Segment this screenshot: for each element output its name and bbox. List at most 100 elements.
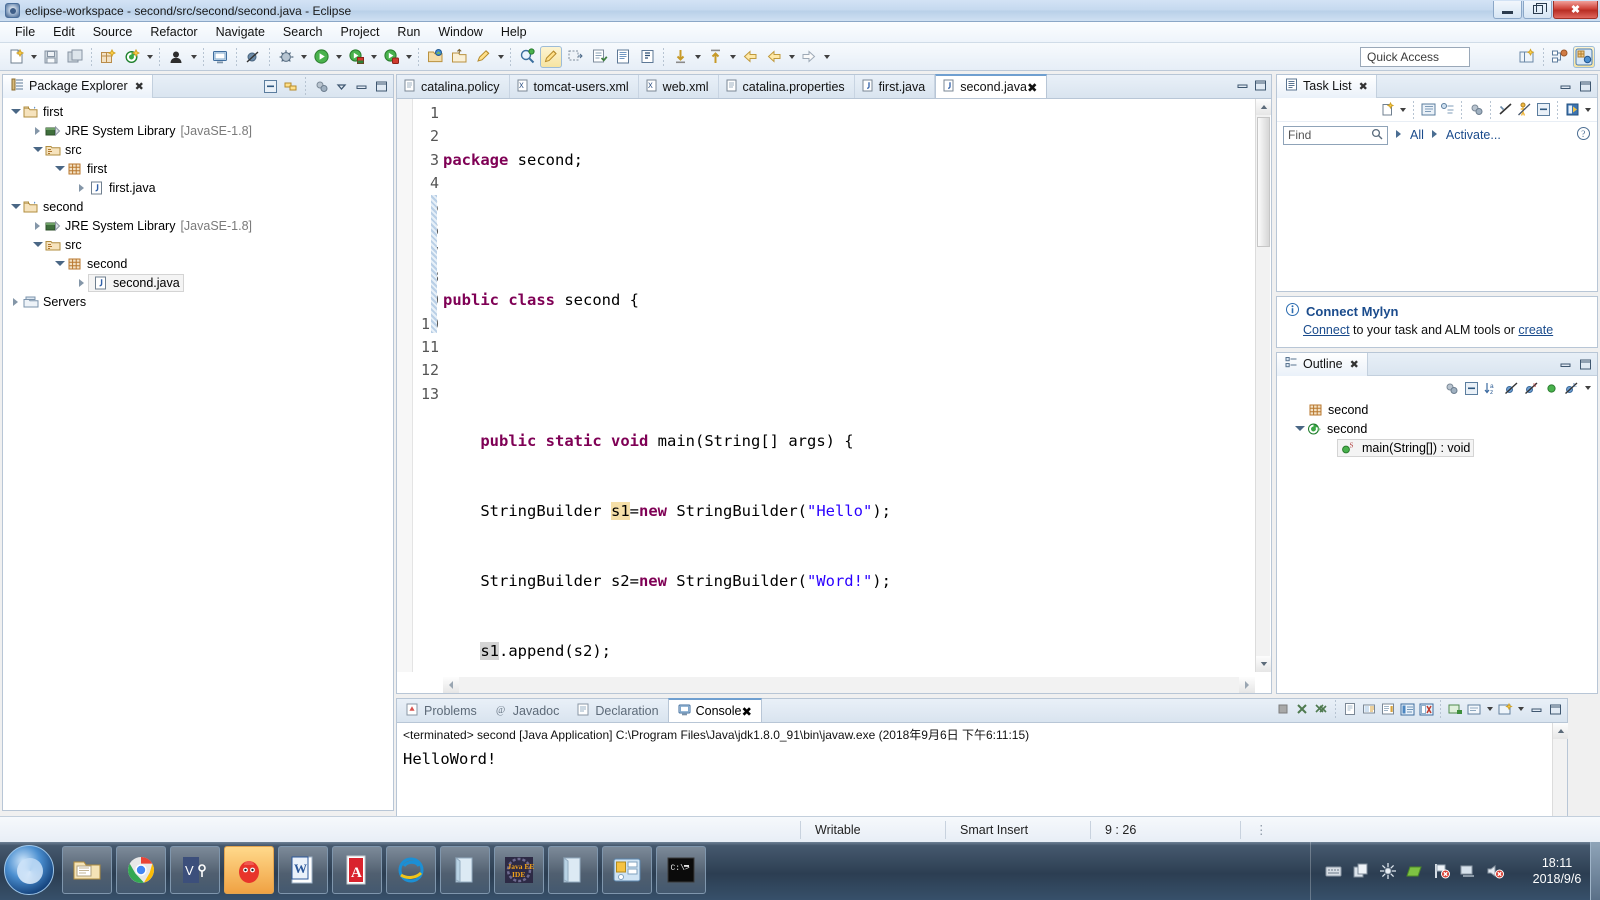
open-type-button[interactable]	[165, 46, 187, 68]
twisty-icon[interactable]	[53, 162, 66, 175]
editor-tab-tomcat-users-xml[interactable]: X tomcat-users.xml	[510, 75, 639, 98]
run-external-tools-button[interactable]	[345, 46, 367, 68]
annotation-button[interactable]	[472, 46, 494, 68]
collapse-all-button[interactable]	[1462, 379, 1480, 397]
link-with-editor-button[interactable]	[281, 77, 299, 95]
taskbar-notepad2[interactable]	[548, 846, 598, 894]
tree-item-src-first[interactable]: src	[9, 140, 393, 159]
menu-project[interactable]: Project	[332, 23, 389, 41]
editor-tab-catalina-policy[interactable]: catalina.policy	[397, 75, 510, 98]
tree-item-file-first-java[interactable]: first.java	[9, 178, 393, 197]
server-dropdown-icon[interactable]	[403, 46, 414, 68]
volume-mute-icon[interactable]	[1487, 863, 1504, 880]
save-all-button[interactable]	[64, 46, 86, 68]
maximize-console-button[interactable]	[1546, 700, 1564, 718]
keyboard-icon[interactable]	[1325, 863, 1342, 880]
scroll-lock-button[interactable]	[1360, 700, 1378, 718]
task-activate-link[interactable]: Activate...	[1446, 128, 1501, 142]
taskbar-notepad[interactable]	[440, 846, 490, 894]
editor-text[interactable]: package second; public class second { pu…	[397, 99, 1271, 801]
tab-declaration[interactable]: Declaration	[568, 700, 667, 722]
menu-file[interactable]: File	[6, 23, 44, 41]
forward-dropdown-icon[interactable]	[821, 46, 832, 68]
filter-arrow-icon[interactable]	[1395, 128, 1403, 142]
forward-button[interactable]	[798, 46, 820, 68]
maximize-button[interactable]	[1523, 1, 1552, 19]
collapse-all-button[interactable]	[261, 77, 279, 95]
back-dropdown-icon[interactable]	[786, 46, 797, 68]
tree-item-project-second[interactable]: second	[9, 197, 393, 216]
twisty-icon[interactable]	[75, 276, 88, 289]
categorized-view-button[interactable]	[1419, 101, 1437, 119]
toggle-mark-occurrences-button[interactable]	[540, 45, 562, 68]
save-button[interactable]	[40, 46, 62, 68]
close-icon[interactable]: ✖	[1359, 80, 1368, 93]
open-console-chooser-button[interactable]	[1496, 700, 1514, 718]
taskbar-chrome[interactable]	[116, 846, 166, 894]
scroll-up-icon[interactable]	[1256, 99, 1271, 115]
close-icon[interactable]: ✖	[1350, 358, 1359, 371]
task-filter-all-link[interactable]: All	[1410, 128, 1424, 142]
tree-item-src-second[interactable]: src	[9, 235, 393, 254]
forward-history-button[interactable]	[763, 46, 785, 68]
tree-item-project-first[interactable]: first	[9, 102, 393, 121]
new-wizard-dropdown-icon[interactable]	[28, 46, 39, 68]
search-button[interactable]	[516, 46, 538, 68]
scroll-left-icon[interactable]	[443, 677, 459, 693]
focus-on-active-task-button[interactable]	[1442, 379, 1460, 397]
quick-access-input[interactable]: Quick Access	[1360, 47, 1470, 67]
minimize-view-button[interactable]	[352, 77, 370, 95]
view-menu-button[interactable]	[332, 77, 350, 95]
tree-item-package-first[interactable]: first	[9, 159, 393, 178]
editor-tab-first-java[interactable]: first.java	[855, 75, 936, 98]
show-public-members-button[interactable]	[1542, 379, 1560, 397]
mylyn-connect-link[interactable]: Connect	[1303, 323, 1350, 337]
outline-item-package[interactable]: second	[1285, 400, 1597, 419]
clear-console-button[interactable]	[1341, 700, 1359, 718]
twisty-icon[interactable]	[53, 257, 66, 270]
editor-marker-bar[interactable]	[397, 99, 413, 672]
twisty-icon[interactable]	[1293, 422, 1306, 435]
run-dropdown-icon[interactable]	[333, 46, 344, 68]
next-annotation-dropdown-icon[interactable]	[692, 46, 703, 68]
maximize-view-button[interactable]	[1576, 77, 1594, 95]
minimize-console-button[interactable]	[1527, 700, 1545, 718]
tab-task-list[interactable]: Task List ✖	[1277, 74, 1377, 98]
help-icon[interactable]: ?	[1576, 126, 1591, 144]
new-class-dropdown-icon[interactable]	[144, 46, 155, 68]
twisty-icon[interactable]	[31, 143, 44, 156]
taskbar-acrobat[interactable]: A	[332, 846, 382, 894]
new-console-view-button[interactable]	[1446, 700, 1464, 718]
new-task-button[interactable]	[1378, 101, 1396, 119]
remove-launch-button[interactable]	[1293, 700, 1311, 718]
code-editor[interactable]: 1 2 3 4 5 6 7 8 9 10 11 12 13	[396, 98, 1272, 801]
maximize-view-button[interactable]	[372, 77, 390, 95]
tab-package-explorer[interactable]: Package Explorer ✖	[3, 74, 153, 98]
maximize-view-button[interactable]	[1576, 355, 1594, 373]
scroll-right-icon[interactable]	[1239, 677, 1255, 693]
taskbar-clock[interactable]: 18:11 2018/9/6	[1520, 855, 1594, 887]
view-menu-focus-button[interactable]	[312, 77, 330, 95]
previous-annotation-button[interactable]	[704, 46, 726, 68]
toggle-block-selection-button[interactable]	[564, 46, 586, 68]
outline-view-menu-icon[interactable]	[1582, 377, 1593, 399]
debug-dropdown-icon[interactable]	[298, 46, 309, 68]
twisty-icon[interactable]	[9, 105, 22, 118]
annotation-dropdown-icon[interactable]	[495, 46, 506, 68]
taskbar-file-explorer[interactable]	[62, 846, 112, 894]
new-folder-button[interactable]	[424, 46, 446, 68]
mylyn-create-link[interactable]: create	[1518, 323, 1553, 337]
activate-task-button[interactable]	[1515, 101, 1533, 119]
menu-window[interactable]: Window	[429, 23, 491, 41]
taskbar-internet-explorer[interactable]	[386, 846, 436, 894]
menu-navigate[interactable]: Navigate	[207, 23, 274, 41]
menu-edit[interactable]: Edit	[44, 23, 84, 41]
display-selected-console-button[interactable]	[1417, 700, 1435, 718]
new-wizard-button[interactable]	[5, 46, 27, 68]
tab-problems[interactable]: Problems	[397, 700, 486, 722]
taskbar-command-prompt[interactable]: C:\>	[656, 846, 706, 894]
hide-static-members-button[interactable]: S	[1522, 379, 1540, 397]
start-button[interactable]	[4, 845, 54, 895]
hide-local-types-button[interactable]: L	[1562, 379, 1580, 397]
show-console-when-output-button[interactable]	[1379, 700, 1397, 718]
